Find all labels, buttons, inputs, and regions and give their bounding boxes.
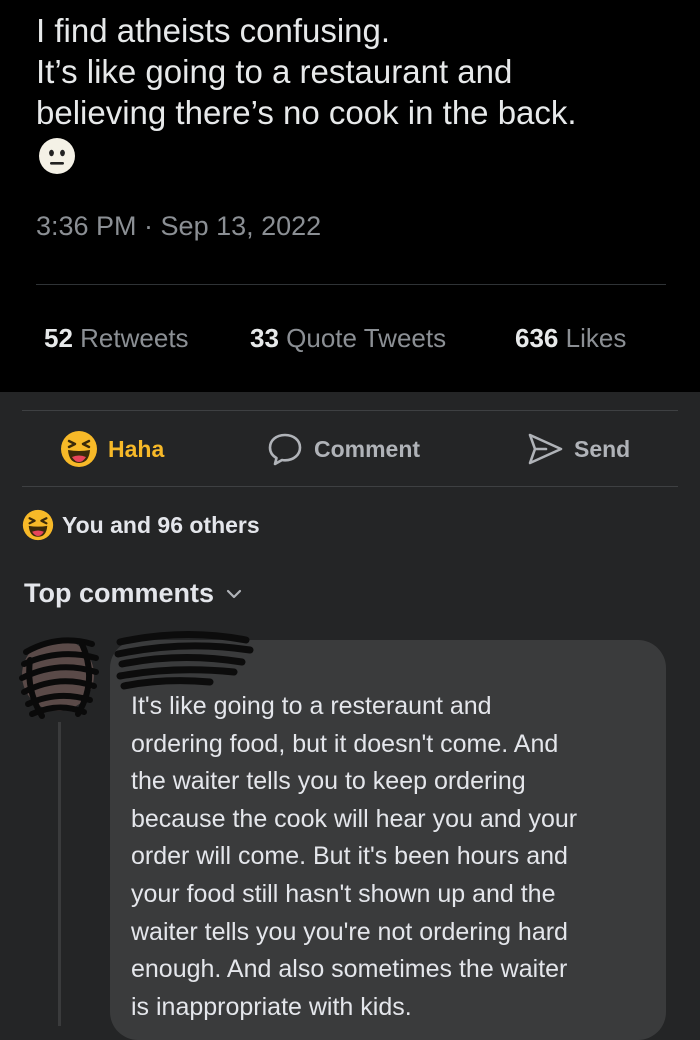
thread-line [58,722,61,1026]
quotes-count: 33 [250,323,279,353]
tweet-card: I find atheists confusing. It’s like goi… [0,0,700,392]
tweet-line: I find atheists confusing. [36,12,391,49]
tweet-text: I find atheists confusing. It’s like goi… [36,10,676,133]
retweets-stat[interactable]: 52 Retweets [44,323,189,354]
comment-button[interactable]: Comment [266,428,420,470]
comment-line: the waiter tells you to keep ordering [131,767,526,796]
comment-line: order will come. But it's been hours and [131,842,568,871]
retweets-label: Retweets [80,323,189,353]
haha-reaction-button[interactable]: Haha [60,428,164,470]
neutral-face-icon [39,138,75,174]
comment-bubble-icon [266,430,304,468]
tweet-timestamp: 3:36 PM · Sep 13, 2022 [36,211,322,241]
tweet-line: believing there’s no cook in the back. [36,94,577,131]
likes-label: Likes [565,323,627,353]
comment-line: is inappropriate with kids. [131,992,412,1021]
comment-line: ordering food, but it doesn't come. And [131,729,559,758]
comment-line: waiter tells you you're not ordering har… [131,917,568,946]
redacted-author-name[interactable] [114,628,254,690]
send-label: Send [574,435,631,462]
comment-text: It's like going to a resteraunt and orde… [131,688,651,1026]
send-button[interactable]: Send [526,428,630,470]
top-comments-label: Top comments [24,578,215,608]
chevron-down-icon [226,589,242,598]
comment-line: enough. And also sometimes the waiter [131,955,568,984]
avatar[interactable] [18,630,100,720]
tweet-line: It’s like going to a restaurant and [36,53,513,90]
quotes-label: Quote Tweets [286,323,447,353]
laughing-emoji-icon [22,509,54,541]
top-comments-dropdown[interactable]: Top comments [24,578,242,609]
retweets-count: 52 [44,323,73,353]
send-icon [526,430,564,468]
comment-line: It's like going to a resteraunt and [131,692,492,720]
comment-line: because the cook will hear you and your [131,804,578,833]
likes-count: 636 [515,323,559,353]
divider [22,486,678,487]
reactions-text: You and 96 others [62,511,260,538]
divider [22,410,678,411]
reactions-summary[interactable]: You and 96 others [22,508,260,542]
likes-stat[interactable]: 636 Likes [515,323,626,354]
haha-label: Haha [108,435,165,462]
laughing-emoji-icon [60,430,98,468]
quote-tweets-stat[interactable]: 33 Quote Tweets [250,323,446,354]
comment-line: your food still hasn't shown up and the [131,879,556,908]
divider [36,284,666,285]
comment-label: Comment [314,435,421,462]
